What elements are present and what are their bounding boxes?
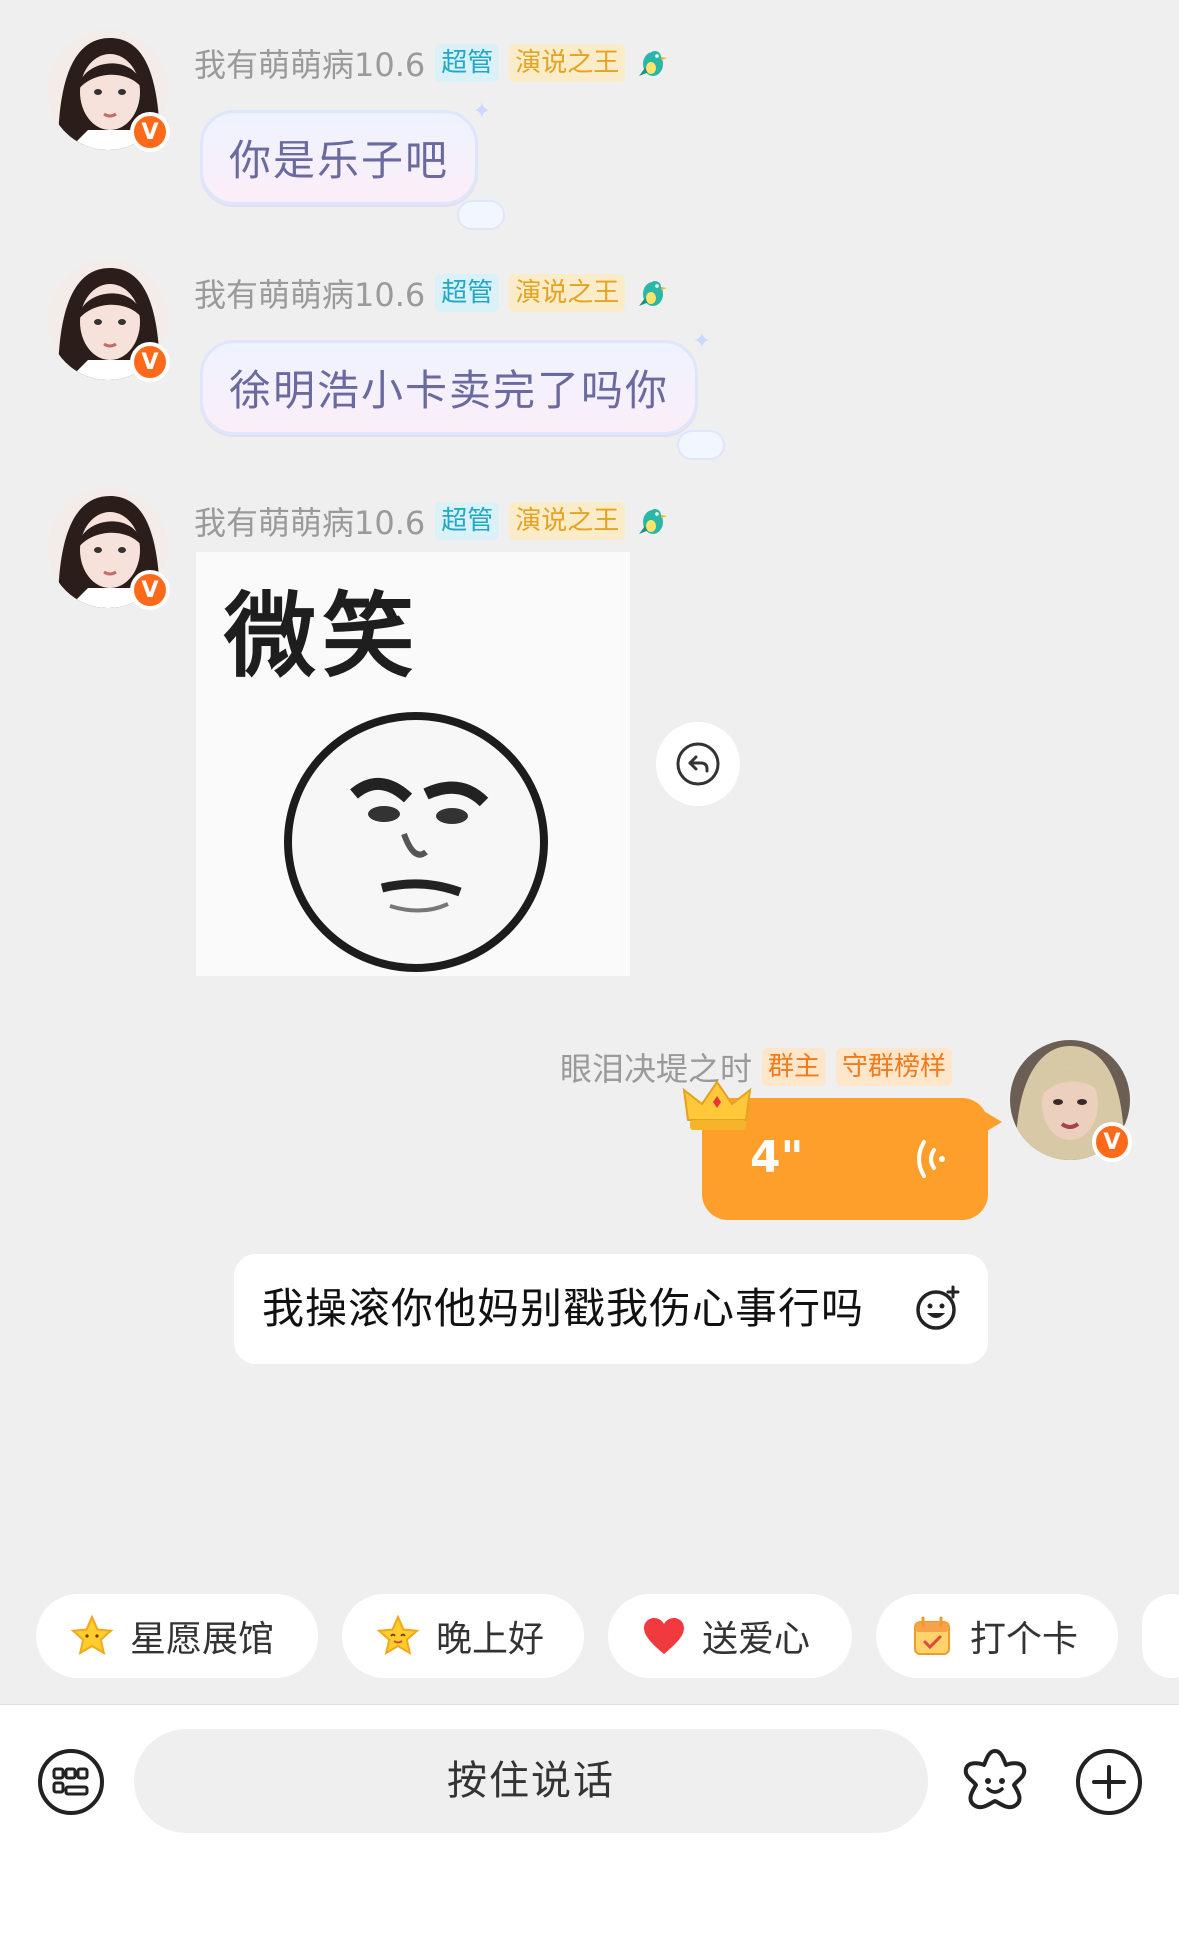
message-bubble[interactable]: 我操滚你他妈别戳我伤心事行吗 bbox=[234, 1254, 988, 1364]
emoji-react-button[interactable] bbox=[902, 1272, 974, 1344]
star-icon bbox=[70, 1614, 114, 1656]
chip-check-in[interactable]: 打个卡 bbox=[876, 1594, 1118, 1678]
admin-tag: 超管 bbox=[435, 502, 500, 540]
chip-good-evening[interactable]: 晚上好 bbox=[342, 1594, 584, 1678]
hold-to-talk-button[interactable]: 按住说话 bbox=[134, 1729, 928, 1833]
own-avatar[interactable]: V bbox=[1010, 1040, 1132, 1162]
title-tag: 演说之王 bbox=[509, 44, 626, 82]
chip-send-love[interactable]: 送爱心 bbox=[608, 1594, 852, 1678]
voice-duration: 4" bbox=[750, 1132, 804, 1183]
chip-label: 星愿展馆 bbox=[130, 1619, 275, 1660]
sender-name[interactable]: 我有萌萌病10.6 bbox=[194, 498, 425, 544]
avatar[interactable]: V bbox=[48, 260, 170, 382]
chat-message: V 我有萌萌病10.6 超管 演说之王 你是乐子吧 ✦ bbox=[0, 30, 1179, 230]
chip-star-gallery[interactable]: 星愿展馆 bbox=[36, 1594, 318, 1678]
smiling-star-icon bbox=[376, 1614, 420, 1656]
message-bubble[interactable]: 你是乐子吧 ✦ bbox=[200, 99, 506, 230]
owner-tag: 群主 bbox=[762, 1048, 827, 1086]
chip-label: 晚上好 bbox=[436, 1619, 545, 1660]
input-bar: 按住说话 bbox=[0, 1704, 1179, 1954]
quick-reply-bar: 星愿展馆 晚上好 送爱心 打个卡 bbox=[0, 1594, 1179, 1678]
message-text: 你是乐子吧 bbox=[229, 136, 450, 185]
admin-tag: 超管 bbox=[435, 44, 500, 82]
bird-icon bbox=[639, 51, 668, 76]
cloud-icon bbox=[677, 430, 726, 460]
sticker-caption: 微笑 bbox=[224, 583, 421, 690]
flower-emoji-icon[interactable] bbox=[958, 1745, 1032, 1819]
calendar-icon bbox=[914, 1616, 950, 1655]
sparkle-icon: ✦ bbox=[472, 99, 494, 124]
honor-tag: 守群榜样 bbox=[836, 1048, 953, 1086]
smirk-face-icon bbox=[284, 712, 548, 972]
title-tag: 演说之王 bbox=[509, 274, 626, 312]
message-bubble[interactable]: 徐明浩小卡卖完了吗你 ✦ bbox=[200, 329, 726, 460]
heart-icon bbox=[644, 1618, 684, 1654]
verified-badge: V bbox=[130, 342, 170, 382]
sender-name[interactable]: 我有萌萌病10.6 bbox=[194, 270, 425, 316]
cloud-icon bbox=[457, 200, 506, 230]
sparkle-icon: ✦ bbox=[692, 329, 714, 354]
chip-label: 送爱心 bbox=[702, 1619, 811, 1660]
avatar[interactable]: V bbox=[48, 488, 170, 610]
bird-icon bbox=[639, 509, 668, 534]
sender-name[interactable]: 我有萌萌病10.6 bbox=[194, 40, 425, 86]
verified-badge: V bbox=[130, 570, 170, 610]
message-text: 我操滚你他妈别戳我伤心事行吗 bbox=[262, 1284, 865, 1333]
voice-wave-icon bbox=[917, 1140, 945, 1178]
keyboard-icon[interactable] bbox=[36, 1747, 106, 1817]
message-text: 徐明浩小卡卖完了吗你 bbox=[229, 366, 670, 415]
add-emoji-icon bbox=[916, 1285, 960, 1330]
chat-message: V 我有萌萌病10.6 超管 演说之王 徐明浩小卡卖完了吗你 ✦ bbox=[0, 260, 1179, 460]
admin-tag: 超管 bbox=[435, 274, 500, 312]
bird-icon bbox=[639, 281, 668, 306]
plus-icon[interactable] bbox=[1074, 1747, 1144, 1817]
title-tag: 演说之王 bbox=[509, 502, 626, 540]
sticker-image[interactable]: 微笑 bbox=[196, 552, 630, 976]
own-name-row: 眼泪决堤之时 群主 守群榜样 bbox=[560, 1044, 953, 1090]
reply-icon bbox=[676, 742, 720, 786]
bubble-tail bbox=[982, 1110, 1002, 1134]
chip-more[interactable] bbox=[1142, 1594, 1179, 1678]
reply-button[interactable] bbox=[656, 722, 740, 806]
verified-badge: V bbox=[130, 112, 170, 152]
verified-badge: V bbox=[1092, 1122, 1132, 1162]
avatar[interactable]: V bbox=[48, 30, 170, 152]
chip-label: 打个卡 bbox=[970, 1619, 1079, 1660]
crown-icon bbox=[682, 1080, 752, 1130]
